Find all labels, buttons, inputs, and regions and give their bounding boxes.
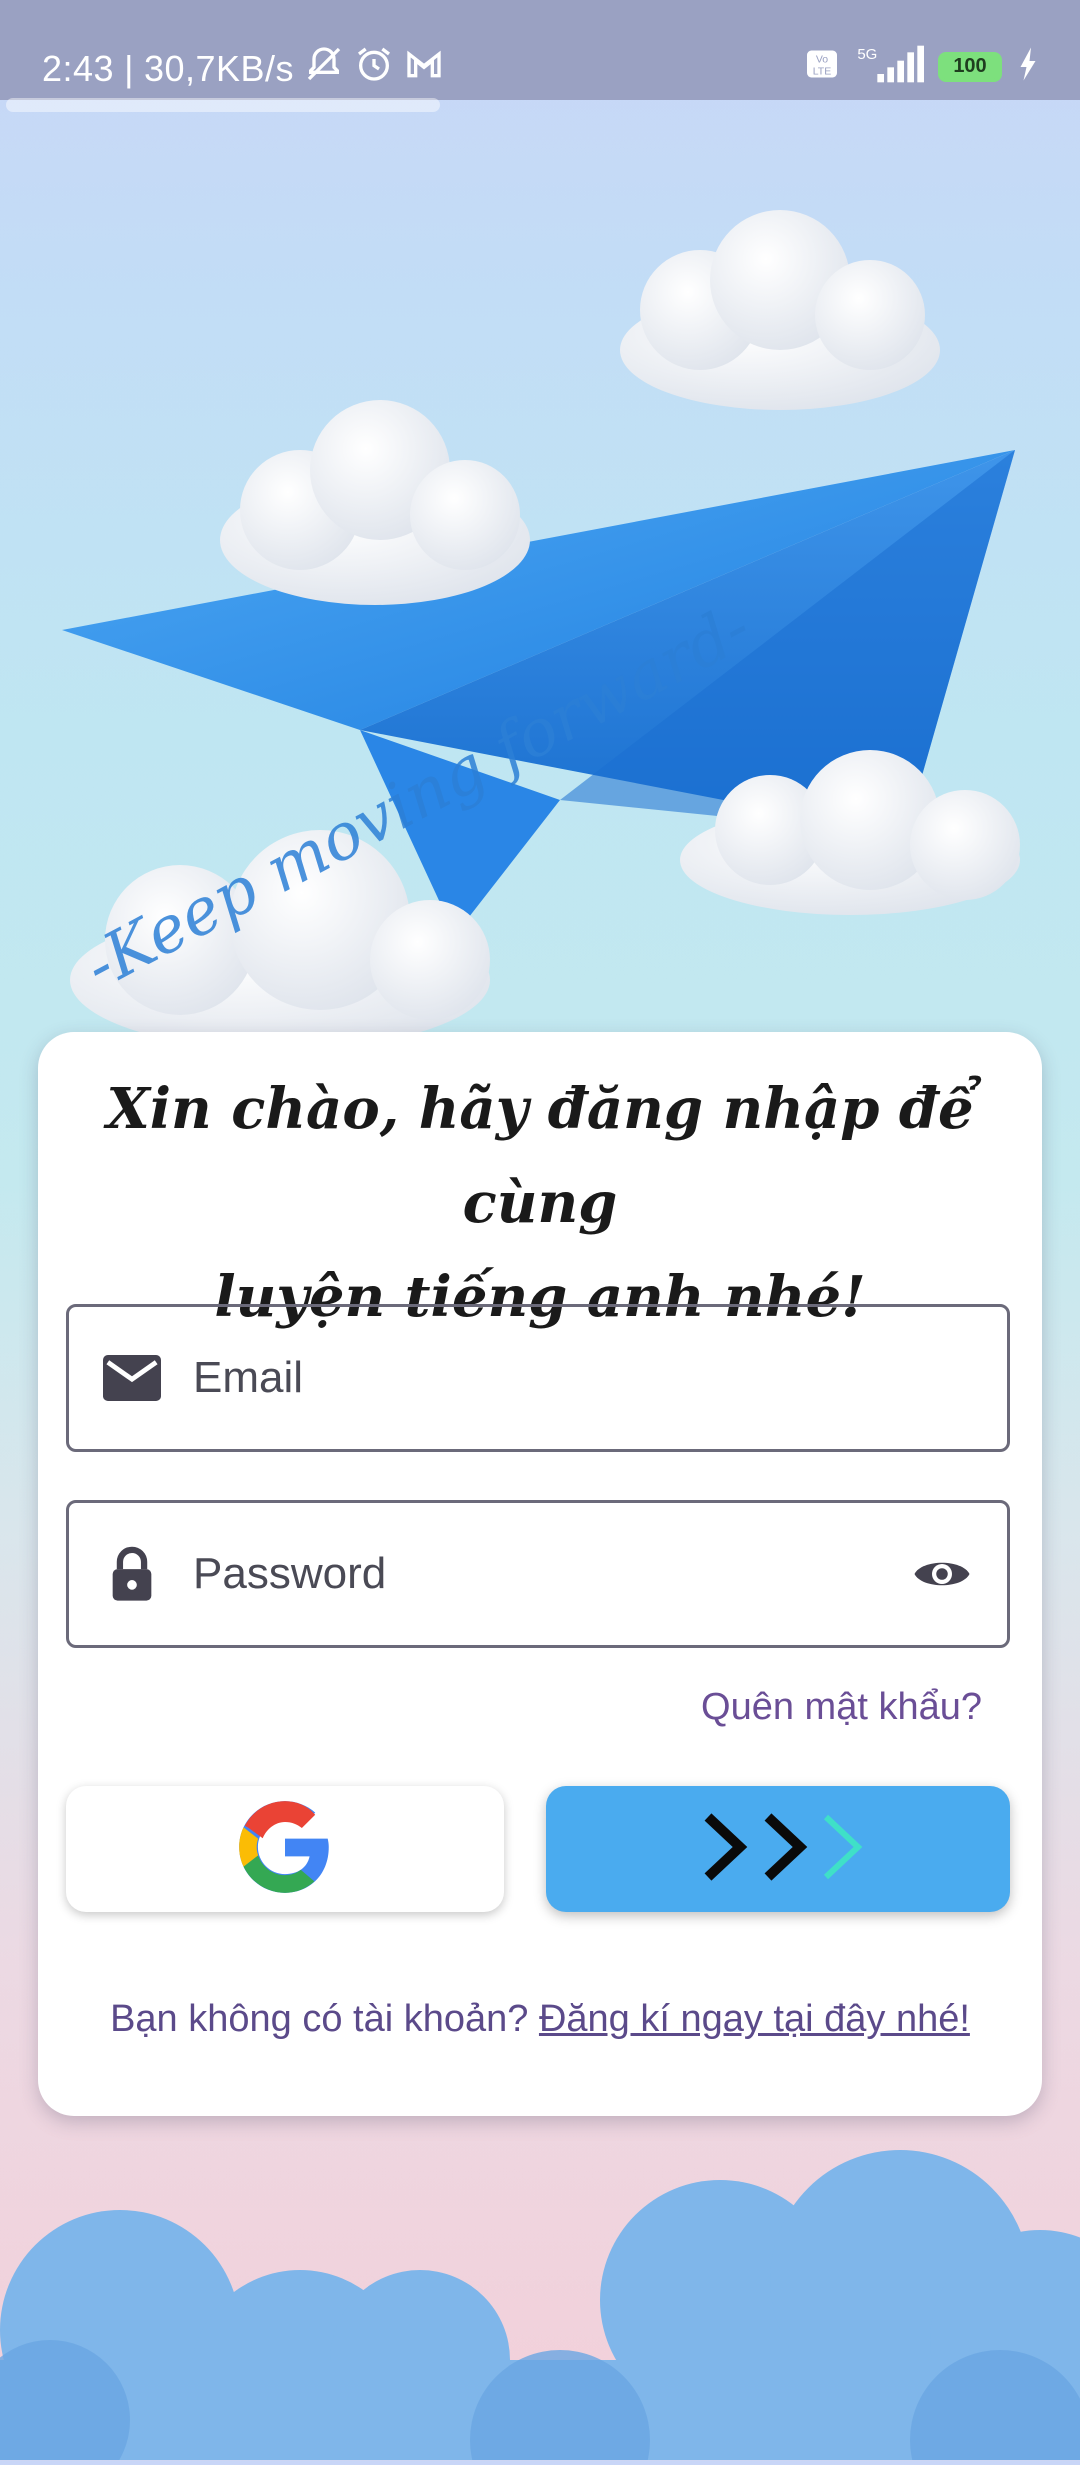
battery-icon: 100 [938, 51, 1002, 82]
google-signin-button[interactable] [66, 1786, 504, 1912]
hero-illustration: -Keep moving forward- [0, 100, 1080, 1060]
signup-link[interactable]: Đăng kí ngay tại đây nhé! [539, 1998, 970, 2040]
google-icon [235, 1797, 335, 1902]
status-separator: | [124, 47, 134, 89]
forgot-password-link[interactable]: Quên mật khẩu? [701, 1686, 982, 1729]
battery-level: 100 [953, 55, 987, 77]
svg-text:Vo: Vo [816, 54, 828, 66]
email-input[interactable] [191, 1352, 1007, 1404]
alarm-icon [354, 44, 394, 93]
volte-icon: Vo LTE [804, 46, 840, 87]
cloud-middle-left [220, 400, 530, 605]
login-title-line1: Xin chào, hãy đăng nhập để cùng [106, 1076, 974, 1236]
status-network-speed: 30,7KB/s [143, 47, 295, 89]
eye-icon[interactable] [907, 1539, 977, 1609]
status-time: 2:43 [42, 47, 115, 89]
email-field[interactable] [66, 1304, 1010, 1452]
signup-prompt: Bạn không có tài khoản? [110, 1998, 539, 2040]
password-input[interactable] [191, 1548, 907, 1600]
signal-label: 5G [857, 46, 877, 63]
login-card: Xin chào, hãy đăng nhập để cùng luyện ti… [38, 1032, 1042, 2116]
login-submit-button[interactable] [546, 1786, 1010, 1912]
svg-text:LTE: LTE [813, 66, 831, 78]
login-title: Xin chào, hãy đăng nhập để cùng luyện ti… [78, 1062, 1002, 1344]
signup-row: Bạn không có tài khoản? Đăng kí ngay tại… [38, 1998, 1042, 2041]
signal-icon: 5G [854, 44, 924, 89]
password-field[interactable] [66, 1500, 1010, 1648]
status-bar: 2:43 | 30,7KB/s Vo LTE 5G 100 [0, 0, 1080, 100]
double-chevron-right-icon [678, 1807, 878, 1892]
bottom-clouds [0, 2140, 1080, 2465]
status-right: Vo LTE 5G 100 [804, 44, 1040, 89]
mail-icon [103, 1349, 161, 1407]
mute-icon [304, 44, 344, 93]
gmail-icon [404, 44, 444, 93]
charging-icon [1016, 46, 1040, 87]
status-left: 2:43 | 30,7KB/s [42, 44, 444, 93]
cloud-top-right [620, 210, 940, 410]
lock-icon [103, 1545, 161, 1603]
bottom-cloud-illustration [0, 2150, 1080, 2465]
paper-plane-illustration: -Keep moving forward- [62, 210, 1020, 1050]
